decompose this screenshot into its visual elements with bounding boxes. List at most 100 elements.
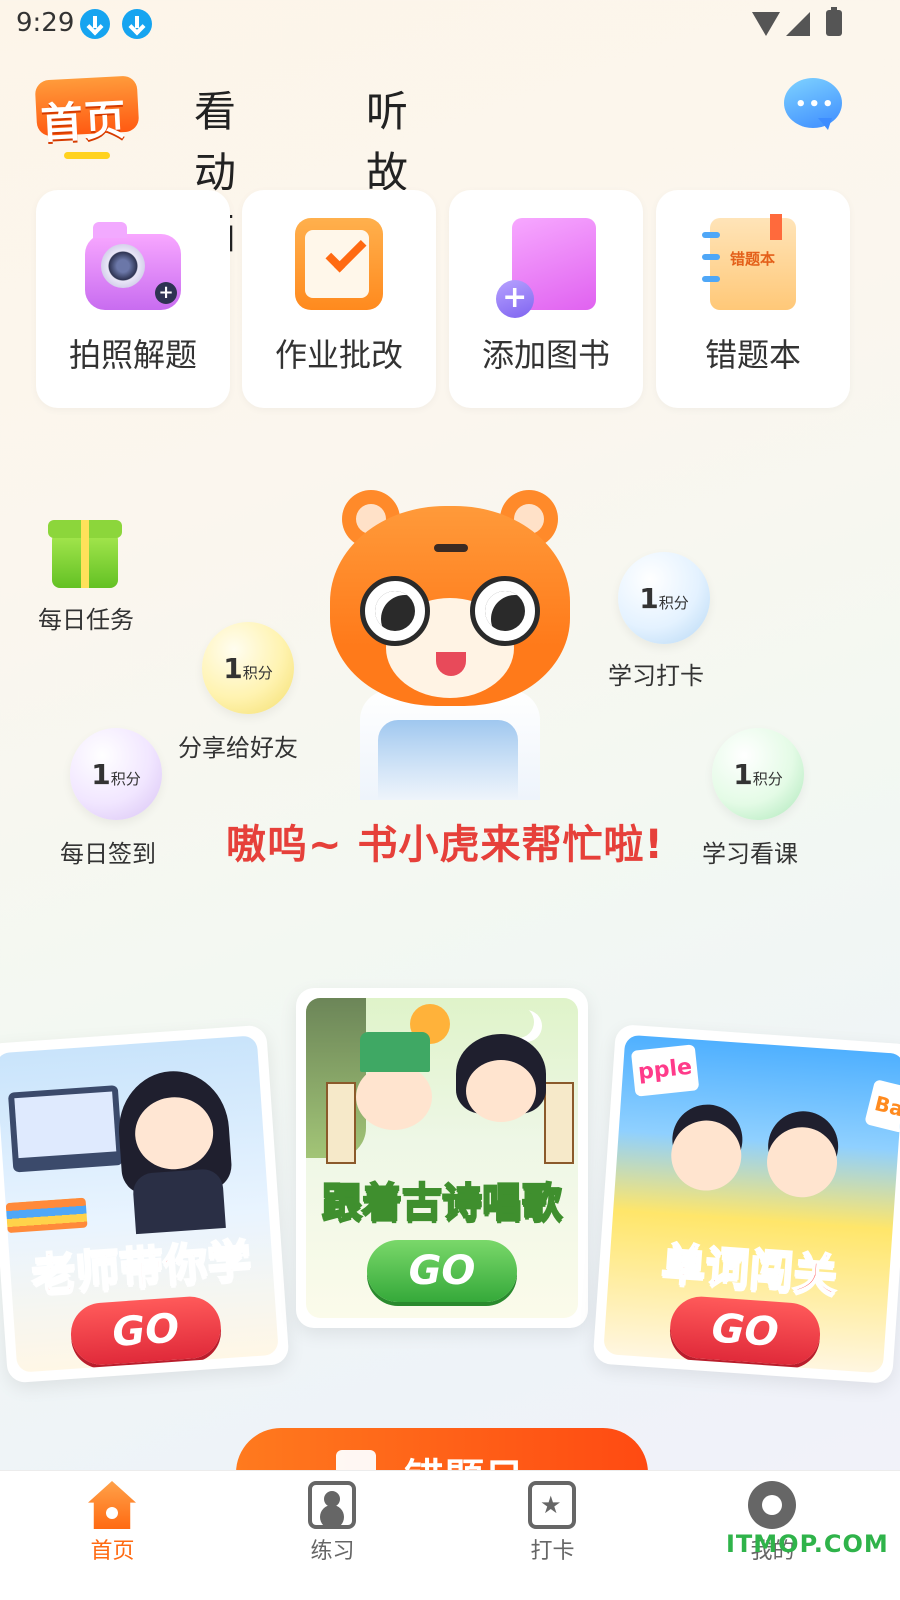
homework-check-icon: [295, 218, 383, 310]
teacher-body: [131, 1168, 226, 1235]
nav-practice[interactable]: 练习: [220, 1471, 445, 1600]
tiger-eye: [470, 576, 540, 646]
clipboard-paper: [305, 230, 369, 298]
points-bubble-checkin[interactable]: 1积分: [618, 552, 710, 644]
active-tab-indicator: [64, 152, 110, 159]
monitor-illustration: [7, 1085, 124, 1173]
notebook-icon-text: 错题本: [730, 250, 776, 268]
feature-card-poetry[interactable]: 跟着古诗唱歌 GO: [296, 988, 588, 1328]
girl-illustration: [466, 1060, 536, 1122]
camera-icon: +: [85, 222, 181, 310]
gift-icon[interactable]: [48, 520, 122, 588]
tiger-stripe: [434, 544, 468, 552]
binder-ring: [702, 232, 720, 238]
feature-card-title: 老师带你学: [29, 1234, 254, 1302]
mistake-notebook-icon: 错题本: [702, 214, 796, 310]
points-value: 1积分: [618, 582, 710, 615]
plus-icon: +: [155, 282, 177, 304]
word-card: pple: [630, 1044, 700, 1097]
signal-icon: [786, 12, 810, 36]
share-friends-label[interactable]: 分享给好友: [178, 728, 298, 763]
binder-ring: [702, 254, 720, 260]
watch-lesson-label[interactable]: 学习看课: [702, 834, 798, 869]
points-unit: 积分: [752, 770, 783, 788]
quick-card-label: 作业批改: [274, 336, 403, 374]
tiger-eye: [360, 576, 430, 646]
quick-card-homework-check[interactable]: 作业批改: [242, 190, 436, 408]
feature-card-title: 单词闯关: [659, 1238, 840, 1303]
daily-task-label[interactable]: 每日任务: [38, 600, 134, 635]
profile-icon: [748, 1481, 796, 1529]
nav-checkin[interactable]: 打卡: [440, 1471, 665, 1600]
points-bubble-signin[interactable]: 1积分: [70, 728, 162, 820]
points-value: 1积分: [202, 652, 294, 685]
points-unit: 积分: [242, 664, 273, 682]
wifi-icon: [752, 12, 780, 36]
tiger-overall: [378, 720, 518, 800]
boy-illustration: [668, 1118, 744, 1193]
chat-dots: •••: [795, 94, 836, 115]
practice-icon: [308, 1481, 356, 1529]
feature-card-art: pple Ba 单词闯关 GO: [603, 1034, 900, 1374]
status-bar: 9:29: [0, 0, 900, 48]
checkmark-icon: [325, 231, 367, 273]
teacher-illustration: [114, 1067, 235, 1235]
feature-card-words[interactable]: pple Ba 单词闯关 GO: [592, 1023, 900, 1385]
points-number: 1: [733, 758, 753, 791]
bookmark-ribbon: [770, 214, 782, 240]
feature-card-art: 老师带你学 GO: [0, 1035, 279, 1373]
add-book-icon: +: [495, 218, 596, 318]
boy-illustration: [356, 1064, 432, 1130]
books-illustration: [5, 1197, 88, 1234]
quick-card-photo-solve[interactable]: + 拍照解题: [36, 190, 230, 408]
tiger-head: [330, 506, 570, 706]
daily-signin-label[interactable]: 每日签到: [60, 834, 156, 869]
quick-card-label: 拍照解题: [68, 336, 197, 374]
moon-icon: [502, 1006, 534, 1038]
feature-card-title: 跟着古诗唱歌: [321, 1179, 563, 1227]
quick-card-mistake-notebook[interactable]: 错题本 错题本: [656, 190, 850, 408]
feature-card-teacher[interactable]: 老师带你学 GO: [0, 1024, 290, 1384]
points-number: 1: [639, 582, 659, 615]
tab-home[interactable]: 首页: [34, 75, 140, 148]
points-number: 1: [223, 652, 243, 685]
download-icon: [122, 9, 152, 39]
tiger-mascot: [320, 480, 580, 800]
points-value: 1积分: [712, 758, 804, 791]
points-unit: 积分: [110, 770, 141, 788]
points-bubble-share[interactable]: 1积分: [202, 622, 294, 714]
go-button[interactable]: GO: [367, 1240, 517, 1302]
points-bubble-watch[interactable]: 1积分: [712, 728, 804, 820]
points-number: 1: [91, 758, 111, 791]
mascot-tagline: 嗷呜~ 书小虎来帮忙啦!: [226, 822, 664, 868]
status-time: 9:29: [16, 8, 75, 38]
study-checkin-label[interactable]: 学习打卡: [608, 656, 704, 691]
chat-bubble-icon[interactable]: •••: [784, 78, 842, 130]
girl-illustration: [764, 1124, 840, 1200]
checkin-icon: [528, 1481, 576, 1529]
points-unit: 积分: [658, 594, 689, 612]
download-icon: [80, 9, 110, 39]
battery-icon: [826, 7, 842, 36]
word-card: Ba: [864, 1079, 900, 1134]
quick-actions: + 拍照解题 作业批改 + 添加图书 错题本 错题本: [36, 190, 864, 408]
nav-home[interactable]: 首页: [0, 1471, 225, 1600]
poem-scroll: [326, 1082, 356, 1164]
nav-label: 练习: [310, 1539, 355, 1564]
home-icon: [88, 1481, 136, 1529]
points-value: 1积分: [70, 758, 162, 791]
nav-label: 打卡: [530, 1539, 575, 1564]
binder-ring: [702, 276, 720, 282]
feature-card-art: 跟着古诗唱歌 GO: [306, 998, 578, 1318]
watermark: ITMOP.COM: [726, 1530, 889, 1558]
quick-card-label: 错题本: [704, 336, 801, 374]
nav-label: 首页: [90, 1539, 135, 1564]
quick-card-label: 添加图书: [481, 336, 610, 374]
go-button[interactable]: GO: [668, 1294, 823, 1367]
tab-home-label: 首页: [39, 94, 129, 149]
plus-icon: +: [495, 280, 534, 318]
poem-scroll: [544, 1082, 574, 1164]
go-button[interactable]: GO: [68, 1294, 223, 1367]
boy-hat: [360, 1032, 430, 1072]
quick-card-add-book[interactable]: + 添加图书: [449, 190, 643, 408]
